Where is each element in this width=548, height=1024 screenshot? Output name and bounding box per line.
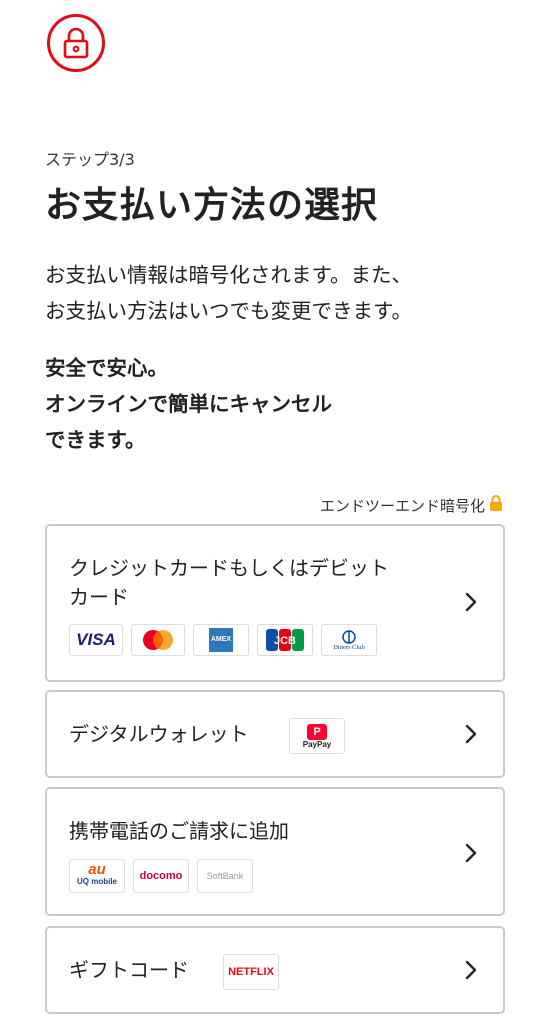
intro-line: お支払い情報は暗号化されます。また、 — [45, 263, 412, 287]
paypay-logo: P PayPay — [289, 718, 345, 754]
safety-line: オンラインで簡単にキャンセル — [45, 392, 332, 416]
diners-club-text: Diners Club — [333, 643, 365, 651]
safety-text: 安全で安心。 オンラインで簡単にキャンセル できます。 — [45, 350, 332, 458]
credit-card-label-line: クレジットカードもしくはデビット — [69, 556, 389, 580]
amex-logo: AMEX — [193, 624, 249, 656]
paypay-text: PayPay — [302, 739, 332, 749]
encryption-label: エンドツーエンド暗号化 — [319, 496, 485, 515]
encryption-note: エンドツーエンド暗号化 — [320, 494, 503, 516]
amex-logo-text: AMEX — [209, 628, 233, 652]
svg-text:JCB: JCB — [274, 635, 296, 647]
padlock-icon — [489, 494, 503, 516]
intro-text: お支払い情報は暗号化されます。また、 お支払い方法はいつでも変更できます。 — [45, 257, 412, 329]
chevron-right-icon — [465, 843, 477, 863]
chevron-right-icon — [465, 592, 477, 612]
carrier-billing-label: 携帯電話のご請求に追加 — [69, 819, 289, 843]
safety-line: できます。 — [45, 428, 146, 452]
softbank-logo: SoftBank — [197, 859, 253, 893]
carrier-billing-option[interactable]: 携帯電話のご請求に追加 au UQ mobile docomo SoftBank — [45, 787, 505, 916]
digital-wallet-label: デジタルウォレット — [69, 722, 249, 746]
chevron-right-icon — [465, 724, 477, 744]
safety-line: 安全で安心。 — [45, 356, 168, 380]
mastercard-logo — [131, 624, 185, 656]
credit-card-label-line: カード — [69, 585, 129, 609]
lock-icon — [47, 14, 105, 72]
digital-wallet-option[interactable]: デジタルウォレット P PayPay — [45, 690, 505, 778]
au-uq-logo: au UQ mobile — [69, 859, 125, 893]
credit-card-label: クレジットカードもしくはデビット カード — [69, 554, 389, 612]
visa-logo: VISA — [69, 624, 123, 656]
netflix-logo: NETFLIX — [223, 954, 279, 990]
diners-club-logo: Diners Club — [321, 624, 377, 656]
au-text: au — [88, 861, 106, 878]
chevron-right-icon — [465, 960, 477, 980]
jcb-logo: JCB — [257, 624, 313, 656]
intro-line: お支払い方法はいつでも変更できます。 — [45, 299, 412, 323]
uq-mobile-text: UQ mobile — [76, 877, 117, 886]
credit-card-option[interactable]: クレジットカードもしくはデビット カード VISA AMEX JCB Diner… — [45, 524, 505, 682]
docomo-logo: docomo — [133, 859, 189, 893]
gift-code-option[interactable]: ギフトコード NETFLIX — [45, 926, 505, 1014]
page-title: お支払い方法の選択 — [45, 185, 379, 226]
gift-code-label: ギフトコード — [69, 958, 189, 982]
step-indicator: ステップ3/3 — [45, 150, 135, 169]
